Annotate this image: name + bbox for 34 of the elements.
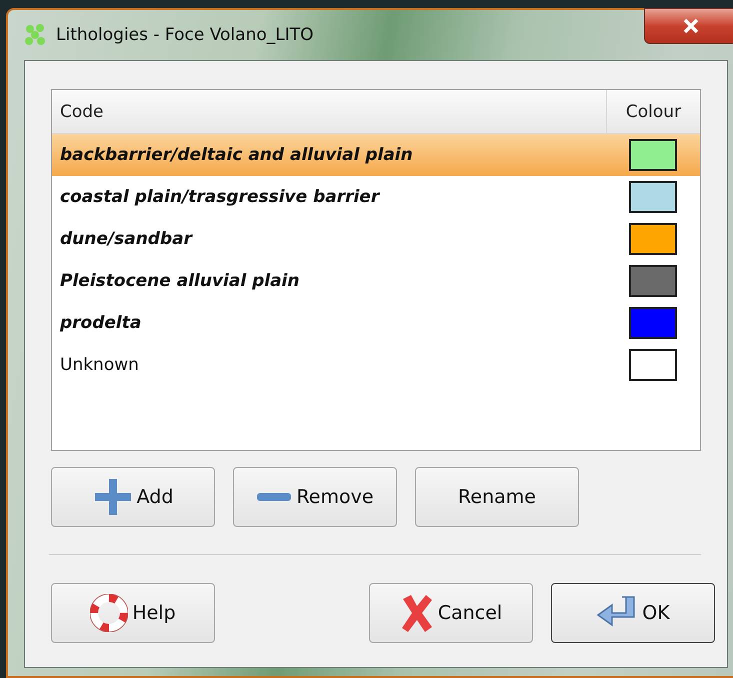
colour-swatch[interactable]: [629, 139, 677, 171]
table-row[interactable]: prodelta: [52, 302, 700, 344]
colour-swatch[interactable]: [629, 181, 677, 213]
window-title: Lithologies - Foce Volano_LITO: [56, 25, 314, 45]
colour-swatch[interactable]: [629, 265, 677, 297]
minus-icon: [256, 492, 292, 502]
code-cell-text: coastal plain/trasgressive barrier: [59, 187, 382, 207]
table-row[interactable]: dune/sandbar: [52, 218, 700, 260]
colour-swatch[interactable]: [629, 307, 677, 339]
edit-button[interactable]: Rename: [415, 467, 579, 527]
dialog-button[interactable]: Help: [51, 583, 215, 643]
column-header[interactable]: Code: [52, 90, 606, 133]
dialog-button[interactable]: OK: [551, 583, 715, 643]
code-cell-text: Unknown: [59, 355, 140, 375]
close-icon: [683, 18, 699, 34]
code-cell-text: backbarrier/deltaic and alluvial plain: [59, 145, 414, 165]
dialog-button[interactable]: Cancel: [369, 583, 533, 643]
cross-icon: [400, 593, 434, 633]
column-header[interactable]: Colour: [606, 90, 700, 133]
plus-icon: [92, 477, 133, 517]
colour-swatch[interactable]: [629, 349, 677, 381]
table-row[interactable]: Unknown: [52, 344, 700, 386]
code-cell-text: prodelta: [58, 313, 142, 333]
code-cell-text: dune/sandbar: [59, 229, 194, 249]
colour-swatch[interactable]: [629, 223, 677, 255]
edit-button[interactable]: Add: [51, 467, 215, 527]
app-icon: [24, 23, 48, 47]
edit-button[interactable]: Remove: [233, 467, 397, 527]
table-row[interactable]: backbarrier/deltaic and alluvial plain: [52, 134, 700, 176]
code-cell-text: Pleistocene alluvial plain: [59, 271, 300, 291]
close-button[interactable]: [644, 8, 733, 44]
lifebuoy-icon: [90, 594, 128, 632]
table-row[interactable]: Pleistocene alluvial plain: [52, 260, 700, 302]
table-row[interactable]: coastal plain/trasgressive barrier: [52, 176, 700, 218]
